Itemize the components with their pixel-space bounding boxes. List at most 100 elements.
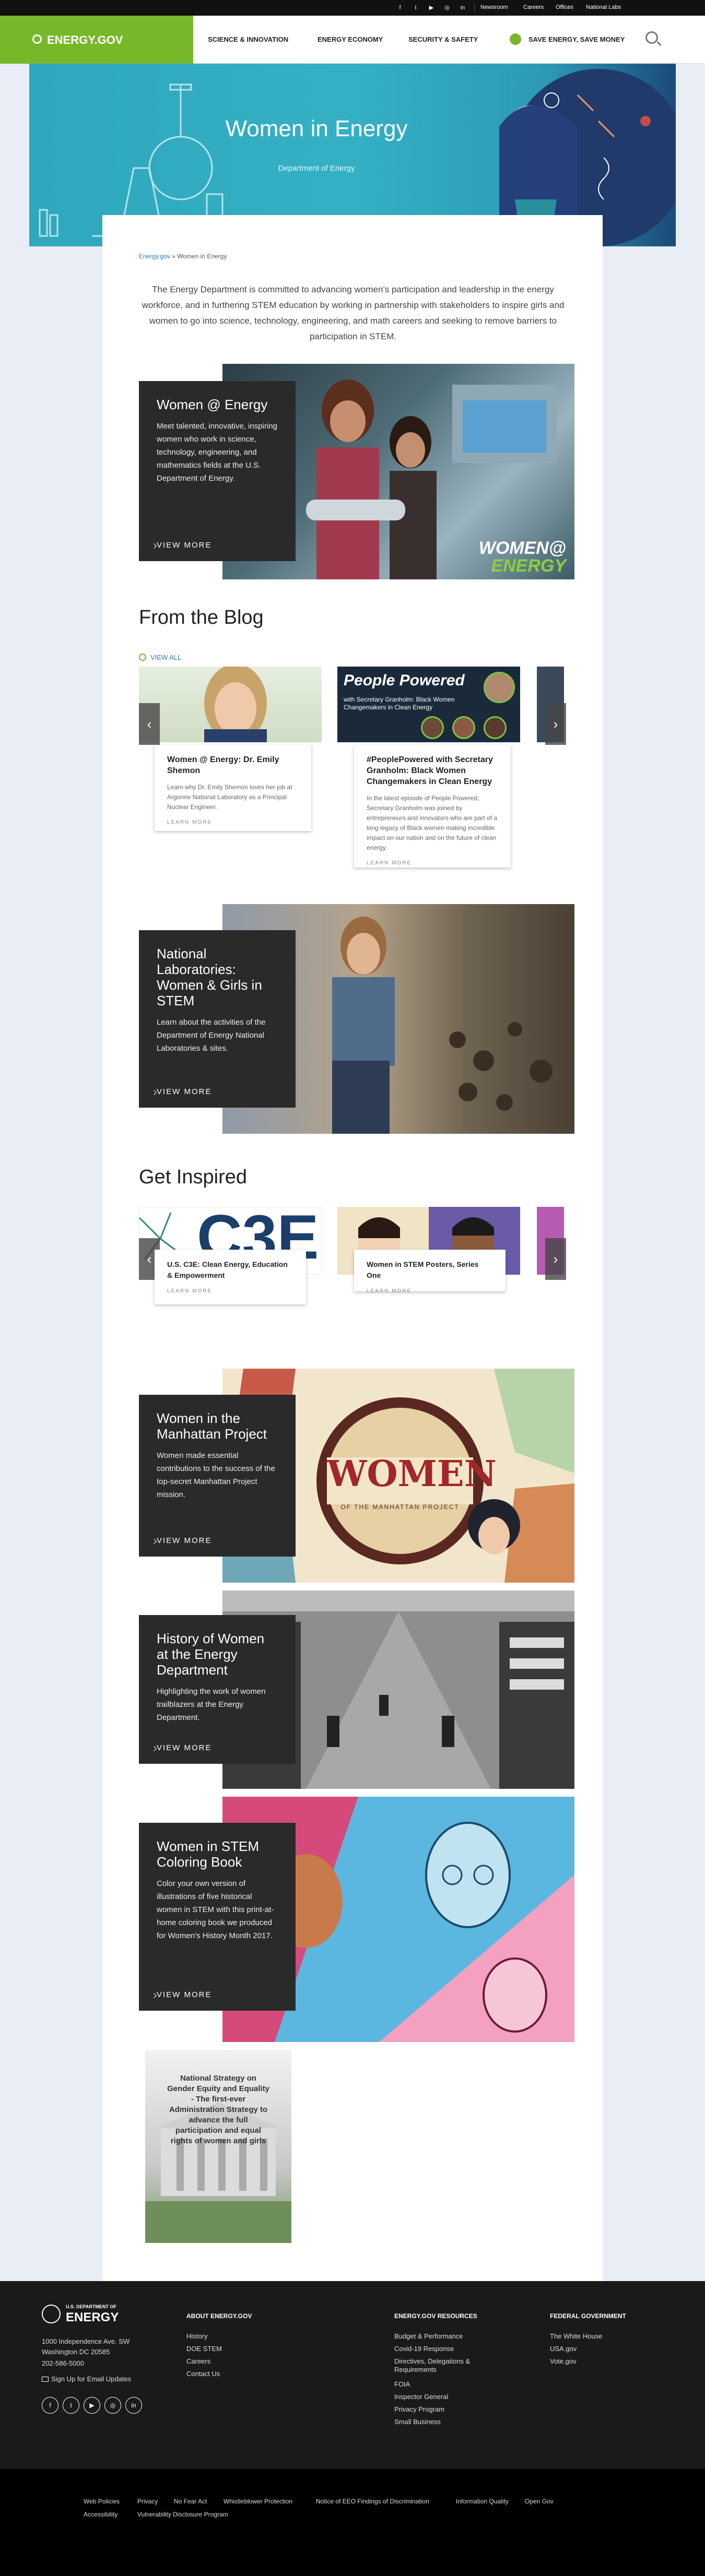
footer-col-heading-resources: ENERGY.GOV RESOURCES (394, 2312, 477, 2320)
legal-link[interactable]: Vulnerability Disclosure Program (137, 2511, 228, 2518)
legal-link[interactable]: Notice of EEO Findings of Discrimination (316, 2498, 429, 2505)
search-icon-handle (656, 41, 662, 46)
legal-link[interactable]: Web Policies (84, 2498, 120, 2505)
feature-card-women-at-energy[interactable]: Women @ Energy Meet talented, innovative… (139, 381, 296, 561)
linkedin-icon[interactable]: in (125, 2397, 142, 2414)
inspired-card-c3e[interactable]: U.S. C3E: Clean Energy, Education & Empo… (155, 1250, 306, 1304)
email-signup-link[interactable]: Sign Up for Email Updates (51, 2375, 131, 2383)
legal-link[interactable]: Open Gov (525, 2498, 554, 2505)
footer-link[interactable]: USA.gov (550, 2345, 577, 2353)
nav-security-safety[interactable]: SECURITY & SAFETY (408, 35, 478, 43)
national-strategy-card[interactable]: National Strategy on Gender Equity and E… (145, 2050, 291, 2243)
twitter-icon[interactable]: t (63, 2397, 79, 2414)
view-more-button[interactable]: VIEW MORE (157, 1536, 212, 1545)
view-more-button[interactable]: VIEW MORE (157, 541, 212, 550)
legal-link[interactable]: No Fear Act (174, 2498, 207, 2505)
legal-link[interactable]: Privacy (137, 2498, 158, 2505)
feature-description: Highlighting the work of women trailblaz… (157, 1687, 266, 1722)
feature-description: Meet talented, innovative, inspiring wom… (157, 422, 277, 483)
legal-link[interactable]: Accessibility (84, 2511, 118, 2518)
feature-title: Women @ Energy (157, 397, 268, 412)
site-logo[interactable]: ENERGY.GOV (0, 16, 193, 64)
view-more-button[interactable]: VIEW MORE (157, 1743, 212, 1752)
carousel-next-arrow[interactable]: › (545, 703, 566, 745)
leaf-icon (510, 33, 521, 45)
feature-card-manhattan[interactable]: Women in the Manhattan Project Women mad… (139, 1395, 296, 1557)
footer-link[interactable]: FOIA (394, 2380, 410, 2388)
feature-card-coloring-book[interactable]: Women in STEM Coloring Book Color your o… (139, 1823, 296, 2011)
inspired-card-title: U.S. C3E: Clean Energy, Education & Empo… (167, 1260, 288, 1279)
youtube-icon[interactable]: ▶ (84, 2397, 100, 2414)
blog-card-image-emily[interactable] (139, 667, 322, 742)
manhattan-subtitle: OF THE MANHATTAN PROJECT (340, 1503, 460, 1511)
people-powered-banner: People Powered (344, 672, 465, 689)
inspired-next-arrow[interactable]: › (545, 1238, 566, 1280)
feature-title: Women in the Manhattan Project (157, 1410, 267, 1442)
breadcrumb-separator: » (172, 253, 175, 260)
feature-card-history[interactable]: History of Women at the Energy Departmen… (139, 1615, 296, 1764)
instagram-icon[interactable]: ◎ (104, 2397, 121, 2414)
learn-more-link[interactable]: LEARN MORE (367, 1288, 493, 1294)
legal-link[interactable]: Whistleblower Protection (224, 2498, 292, 2505)
footer-link[interactable]: Inspector General (394, 2393, 448, 2401)
nav-save-energy[interactable]: SAVE ENERGY, SAVE MONEY (528, 35, 625, 43)
blog-card-title: #PeoplePowered with Secretary Granholm: … (367, 755, 493, 786)
footer-link[interactable]: Directives, Delegations & Requirements (394, 2357, 483, 2374)
footer-link[interactable]: Small Business (394, 2418, 441, 2426)
footer-link[interactable]: Contact Us (186, 2370, 220, 2378)
instagram-icon[interactable]: ◎ (443, 4, 451, 12)
feature-card-national-labs[interactable]: National Laboratories: Women & Girls in … (139, 930, 296, 1108)
nav-science-innovation[interactable]: SCIENCE & INNOVATION (208, 35, 288, 43)
facebook-icon[interactable]: f (396, 4, 404, 12)
breadcrumb: Energy.gov » Women in Energy (139, 253, 227, 260)
avatar (484, 716, 507, 739)
footer-link[interactable]: Covid-19 Response (394, 2345, 454, 2353)
footer-link[interactable]: Privacy Program (394, 2405, 444, 2413)
learn-more-link[interactable]: LEARN MORE (367, 860, 498, 866)
footer-link[interactable]: Budget & Performance (394, 2332, 463, 2340)
hero-subtitle: Department of Energy (278, 164, 355, 173)
inspired-card-posters[interactable]: Women in STEM Posters, Series One LEARN … (354, 1250, 506, 1294)
link-national-labs[interactable]: National Labs (586, 4, 621, 10)
footer-address-line: Washington DC 20585 (42, 2348, 110, 2356)
view-more-button[interactable]: VIEW MORE (157, 1087, 212, 1096)
link-newsroom[interactable]: Newsroom (480, 4, 508, 10)
blog-card-people-powered[interactable]: #PeoplePowered with Secretary Granholm: … (354, 745, 511, 868)
blog-card-title: Women @ Energy: Dr. Emily Shemon (167, 755, 279, 775)
twitter-icon[interactable]: t (412, 4, 420, 12)
linkedin-icon[interactable]: in (459, 4, 467, 12)
footer-link[interactable]: History (186, 2332, 207, 2340)
footer-logo[interactable]: ENERGY (66, 2310, 119, 2325)
breadcrumb-home[interactable]: Energy.gov (139, 253, 170, 260)
facebook-icon[interactable]: f (42, 2397, 58, 2414)
blog-card-description: Learn why Dr. Emily Shemon loves her job… (167, 784, 292, 811)
blog-card-image-people-powered[interactable]: People Powered with Secretary Granholm: … (337, 667, 520, 742)
legal-link[interactable]: Information Quality (456, 2498, 509, 2505)
learn-more-link[interactable]: LEARN MORE (167, 1288, 293, 1294)
strategy-caption: National Strategy on Gender Equity and E… (167, 2074, 269, 2145)
footer-logo-small: U.S. DEPARTMENT OF (66, 2304, 116, 2309)
portrait-photo (204, 667, 267, 742)
blog-card-emily[interactable]: Women @ Energy: Dr. Emily Shemon Learn w… (155, 745, 311, 831)
learn-more-link[interactable]: LEARN MORE (167, 820, 299, 825)
link-careers[interactable]: Careers (523, 4, 544, 10)
view-all-link[interactable]: VIEW ALL (150, 654, 181, 661)
footer-link[interactable]: Vote.gov (550, 2357, 577, 2365)
feature-title: History of Women at the Energy Departmen… (157, 1631, 265, 1678)
inspired-card-title: Women in STEM Posters, Series One (367, 1260, 479, 1279)
section-heading-blog: From the Blog (139, 607, 264, 628)
footer-link[interactable]: DOE STEM (186, 2345, 222, 2353)
avatar (484, 672, 515, 703)
link-offices[interactable]: Offices (556, 4, 573, 10)
view-more-button[interactable]: VIEW MORE (157, 1990, 212, 1999)
footer-link[interactable]: Careers (186, 2357, 210, 2365)
feature-description: Color your own version of illustrations … (157, 1879, 274, 1940)
youtube-icon[interactable]: ▶ (427, 4, 436, 12)
utility-bar: f t ▶ ◎ in Newsroom Careers Offices Nati… (0, 0, 705, 16)
feature-title: Women in STEM Coloring Book (157, 1838, 260, 1870)
page-title: Women in Energy (225, 116, 408, 141)
footer-link[interactable]: The White House (550, 2332, 602, 2340)
carousel-prev-arrow[interactable]: ‹ (139, 703, 160, 745)
energy-logo-icon (32, 34, 42, 44)
nav-energy-economy[interactable]: ENERGY ECONOMY (318, 35, 383, 43)
